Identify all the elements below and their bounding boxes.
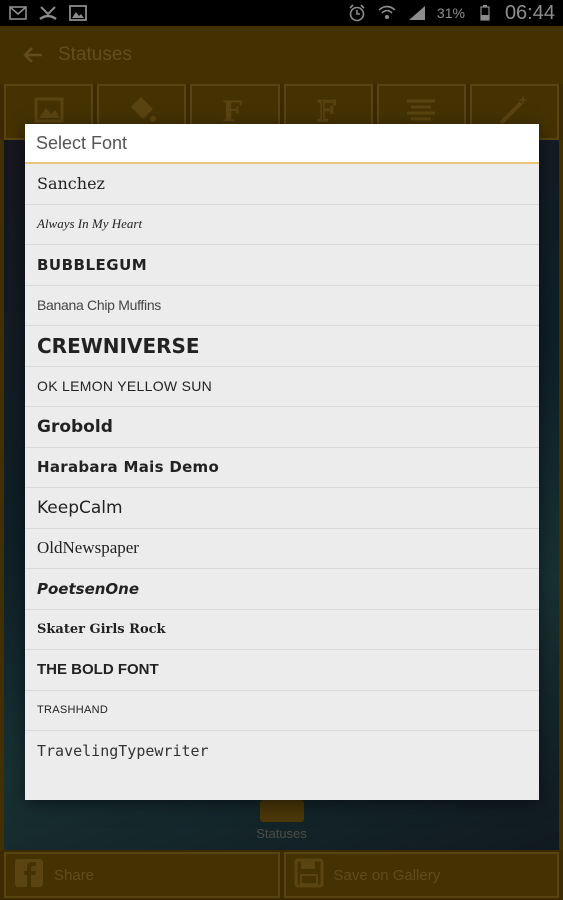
font-item-poetsenone[interactable]: PoetsenOne (25, 569, 539, 610)
dialog-title: Select Font (25, 124, 539, 164)
font-item-always-in-my-heart[interactable]: Always In My Heart (25, 205, 539, 245)
font-item-banana-chip-muffins[interactable]: Banana Chip Muffins (25, 286, 539, 326)
font-item-oldnewspaper[interactable]: OldNewspaper (25, 529, 539, 569)
font-item-keepcalm[interactable]: KeepCalm (25, 488, 539, 529)
font-item-trashhand[interactable]: TRASHHAND (25, 691, 539, 731)
font-item-ok-lemon-yellow-sun[interactable]: OK LEMON YELLOW SUN (25, 367, 539, 407)
font-item-grobold[interactable]: Grobold (25, 407, 539, 448)
font-item-harabara-mais-demo[interactable]: Harabara Mais Demo (25, 448, 539, 488)
select-font-dialog: Select Font Sanchez Always In My Heart B… (25, 124, 539, 800)
font-item-crewniverse[interactable]: CREWNIVERSE (25, 326, 539, 367)
font-item-skater-girls-rock[interactable]: Skater Girls Rock (25, 610, 539, 650)
font-item-sanchez[interactable]: Sanchez (25, 164, 539, 205)
font-item-travelingtypewriter[interactable]: TravelingTypewriter (25, 731, 539, 772)
font-list: Sanchez Always In My Heart BUBBLEGUM Ban… (25, 164, 539, 772)
font-item-the-bold-font[interactable]: THE BOLD FONT (25, 650, 539, 691)
font-item-bubblegum[interactable]: BUBBLEGUM (25, 245, 539, 286)
